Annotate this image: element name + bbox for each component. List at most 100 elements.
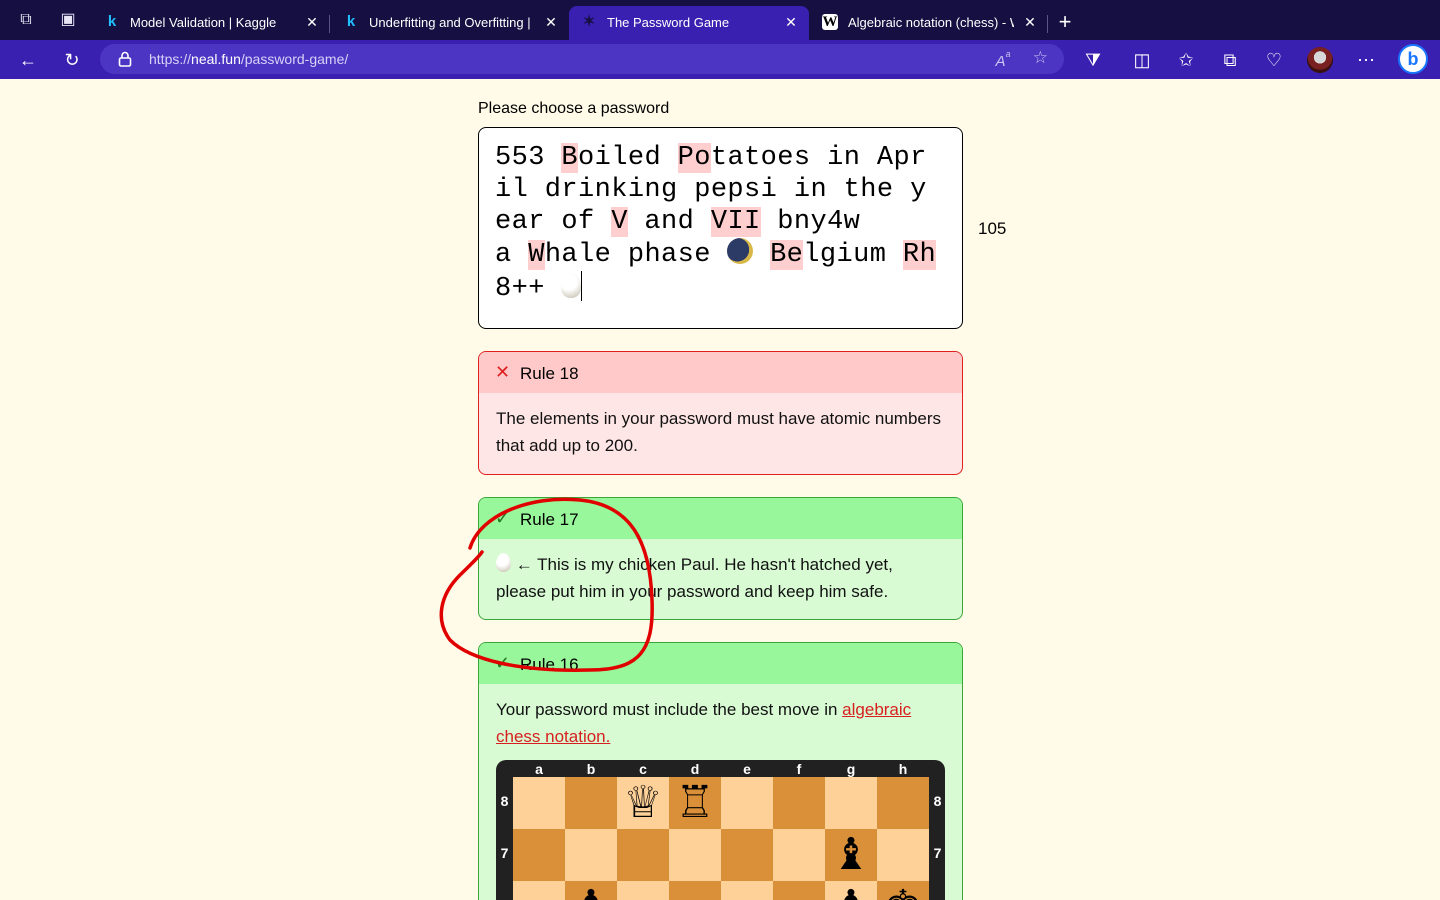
rule-text: ← This is my chicken Paul. He hasn't hat…: [496, 555, 893, 601]
tab-model-validation[interactable]: k Model Validation | Kaggle ✕: [92, 6, 330, 40]
tab-separator: [329, 15, 330, 33]
board-square-f7: [773, 829, 825, 881]
tab-title: Model Validation | Kaggle: [130, 15, 277, 30]
password-segment: [753, 240, 770, 270]
element-highlight: B: [561, 143, 579, 173]
tab-algebraic-notation[interactable]: W Algebraic notation (chess) - W ✕: [810, 6, 1048, 40]
white-queen-piece: ♕: [623, 778, 663, 827]
board-square-g8: [825, 777, 877, 829]
new-tab-button[interactable]: +: [1054, 11, 1076, 34]
rule-description: The elements in your password must have …: [496, 409, 942, 455]
tab-title: Algebraic notation (chess) - W: [848, 15, 1014, 30]
rank-label: 7: [933, 845, 942, 861]
close-icon[interactable]: ✕: [1022, 14, 1038, 30]
check-icon: ✓: [495, 653, 511, 673]
element-highlight: Rh: [902, 240, 937, 270]
rank-label: 7: [500, 845, 509, 861]
board-square-d6: [669, 881, 721, 900]
password-segment: and: [627, 207, 711, 237]
tab-title: The Password Game: [607, 15, 730, 30]
moon-icon: [727, 238, 754, 264]
board-square-c6: [617, 881, 669, 900]
split-screen-icon[interactable]: ◫: [1130, 48, 1154, 72]
toolbar: ← ↻ https://neal.fun/password-game/ Aᵃ ☆…: [0, 40, 1440, 79]
url-text[interactable]: https://neal.fun/password-game/: [149, 51, 348, 67]
file-label: e: [743, 761, 751, 777]
egg-icon: [561, 273, 582, 298]
board-square-e7: [721, 829, 773, 881]
board-square-b7: [565, 829, 617, 881]
password-segment: hale phase: [544, 240, 728, 270]
workspaces-icon[interactable]: ⧉: [16, 10, 36, 30]
cross-icon: ✕: [495, 362, 511, 382]
password-input[interactable]: 553 Boiled Potatoes in Apr il drinking p…: [478, 127, 963, 329]
file-label: g: [846, 761, 856, 777]
performance-icon[interactable]: ♡: [1262, 48, 1286, 72]
board-square-h8: [877, 777, 929, 829]
file-label: c: [639, 761, 647, 777]
close-icon[interactable]: ✕: [543, 14, 559, 30]
kaggle-icon: k: [107, 13, 117, 30]
tab-bar: ⧉ ▣ k Model Validation | Kaggle ✕ k Unde…: [0, 0, 1440, 40]
collections-icon[interactable]: ⧉: [1218, 48, 1242, 72]
board-square-e6: [721, 881, 773, 900]
favorite-star-icon[interactable]: ☆: [1033, 48, 1048, 68]
board-square-h7: [877, 829, 929, 881]
chess-board: abcdefgh8877♕♖♝♟♟♚: [496, 760, 945, 900]
tab-password-game[interactable]: ✶ The Password Game ✕: [569, 6, 809, 40]
file-label: b: [586, 761, 596, 777]
board-square-d7: [669, 829, 721, 881]
password-text[interactable]: 553 Boiled Potatoes in Apr il drinking p…: [495, 142, 947, 305]
tab-separator: [1047, 15, 1048, 33]
rule-description: Your password must include the best move…: [479, 684, 962, 764]
board-square-f6: [773, 881, 825, 900]
read-aloud-icon[interactable]: Aᵃ: [996, 49, 1011, 70]
rule-17-card: ✓ Rule 17 ← This is my chicken Paul. He …: [478, 497, 963, 620]
black-bishop-piece: ♝: [831, 830, 871, 879]
rule-title: Rule 16: [520, 655, 579, 674]
rule-header: ✕ Rule 18: [479, 352, 962, 393]
element-highlight: W: [528, 240, 545, 270]
check-icon: ✓: [495, 508, 511, 528]
tab-actions-icon[interactable]: ▣: [58, 10, 78, 30]
file-label: h: [898, 761, 908, 777]
rule-header: ✓ Rule 16: [479, 643, 962, 684]
url-host: neal.fun: [191, 51, 241, 67]
address-bar[interactable]: https://neal.fun/password-game/ Aᵃ ☆: [100, 44, 1064, 74]
refresh-icon[interactable]: ↻: [60, 48, 84, 72]
rule-title: Rule 17: [520, 510, 579, 529]
black-pawn-piece: ♟: [825, 881, 877, 900]
more-menu-icon[interactable]: ⋯: [1354, 48, 1378, 72]
password-segment: lgium: [803, 240, 903, 270]
extensions-icon[interactable]: ⧩: [1081, 48, 1105, 72]
close-icon[interactable]: ✕: [783, 14, 799, 30]
lock-icon[interactable]: [118, 51, 132, 67]
url-scheme: https://: [149, 51, 192, 67]
tab-title: Underfitting and Overfitting | K: [369, 15, 535, 30]
wikipedia-icon: W: [822, 14, 838, 30]
board-square-f8: [773, 777, 825, 829]
element-highlight: V: [611, 207, 628, 237]
back-icon[interactable]: ←: [16, 48, 40, 72]
file-label: a: [535, 761, 543, 777]
rule-description: ← This is my chicken Paul. He hasn't hat…: [479, 539, 962, 619]
password-prompt: Please choose a password: [478, 100, 670, 117]
favorites-icon[interactable]: ✩: [1174, 48, 1198, 72]
rank-label: 8: [933, 793, 942, 809]
close-icon[interactable]: ✕: [304, 14, 320, 30]
rule-title: Rule 18: [520, 364, 579, 383]
board-square-b8: [565, 777, 617, 829]
tab-underfitting[interactable]: k Underfitting and Overfitting | K ✕: [331, 6, 569, 40]
text-caret: [581, 271, 583, 301]
character-count: 105: [978, 219, 1007, 238]
profile-avatar[interactable]: [1307, 47, 1333, 73]
rule-18-card: ✕ Rule 18 The elements in your password …: [478, 351, 963, 475]
egg-icon: [496, 553, 511, 572]
bing-copilot-icon[interactable]: b: [1398, 44, 1428, 74]
element-highlight: VII: [710, 207, 761, 237]
board-square-a8: [513, 777, 565, 829]
password-segment: 553: [495, 143, 562, 173]
element-highlight: Po: [677, 143, 711, 173]
board-square-a7: [513, 829, 565, 881]
element-highlight: Be: [770, 240, 804, 270]
